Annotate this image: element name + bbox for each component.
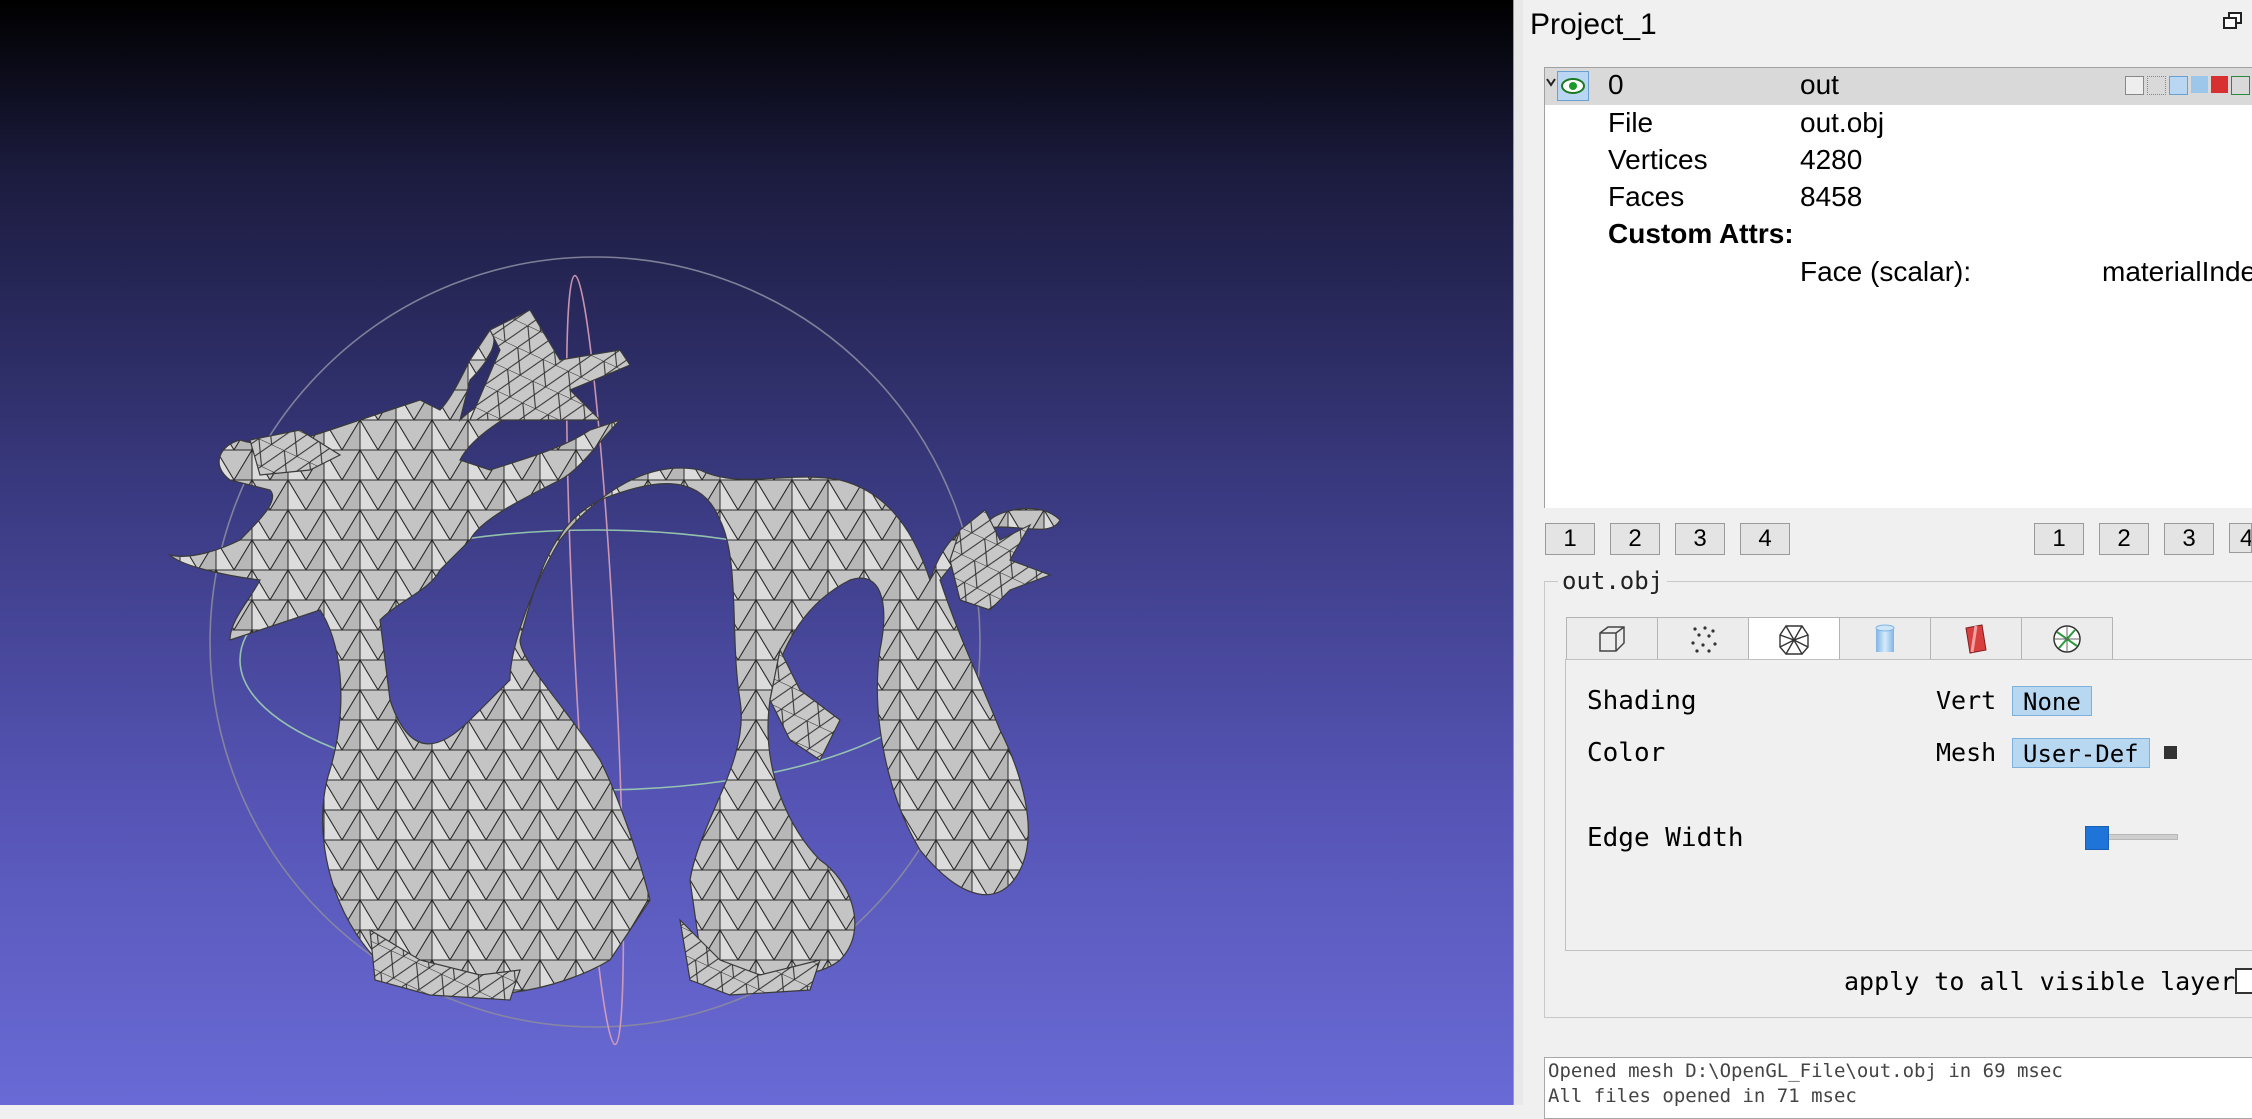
log-line: All files opened in 71 msec <box>1548 1085 1857 1107</box>
info-value: 4280 <box>1800 144 1863 175</box>
info-value: out.obj <box>1800 107 1885 138</box>
layer-render-icons <box>2125 76 2250 95</box>
float-window-icon[interactable] <box>2223 12 2243 30</box>
expand-arrow-icon[interactable] <box>1546 76 1556 88</box>
smooth-shading-icon <box>1965 623 1987 654</box>
decorator-group-title: out.obj <box>1558 567 1668 595</box>
mesh-color-select[interactable]: User-Def <box>2012 738 2150 768</box>
mesh-label: Mesh <box>1936 738 1997 767</box>
layer-name: out <box>1800 69 1839 100</box>
snapshot-left-4[interactable]: 4 <box>1740 523 1790 555</box>
bbox-icon <box>1599 625 1625 652</box>
layer-table: 0 out File out.obj Vertices 4280 Faces 8… <box>1544 67 2252 508</box>
snapshot-right-4[interactable]: 4 <box>2229 523 2252 553</box>
tab-bbox[interactable] <box>1566 617 1658 659</box>
wireframe-icon <box>1779 624 1809 655</box>
info-key: Faces <box>1608 181 1685 212</box>
snapshot-left-2[interactable]: 2 <box>1610 523 1660 555</box>
tab-points[interactable] <box>1657 617 1749 659</box>
snapshot-left-1[interactable]: 1 <box>1545 523 1595 555</box>
texture-icon <box>2053 624 2081 653</box>
points-mini-icon[interactable] <box>2147 76 2166 95</box>
layer-dialog: Project_1 0 out File out.obj Vertices 42… <box>1523 0 2252 1119</box>
snapshot-right-1[interactable]: 1 <box>2034 523 2084 555</box>
points-icon <box>1691 625 1717 653</box>
custom-attrs-heading: Custom Attrs: <box>1608 218 1794 249</box>
texture-mini-icon[interactable] <box>2231 76 2250 95</box>
custom-attr-type: Face (scalar): <box>1800 256 1972 287</box>
info-value: 8458 <box>1800 181 1863 212</box>
vert-label: Vert <box>1936 686 1997 715</box>
tab-texture[interactable] <box>2021 617 2113 659</box>
shading-label: Shading <box>1587 686 1697 716</box>
tab-wireframe[interactable] <box>1748 617 1840 661</box>
flat-mini-icon[interactable] <box>2191 76 2208 93</box>
3d-viewport[interactable] <box>0 0 1513 1105</box>
apply-all-label: apply to all visible layers <box>1844 967 2251 996</box>
info-key: Vertices <box>1608 144 1708 175</box>
tab-smooth[interactable] <box>1930 617 2022 659</box>
flat-shading-icon <box>1875 624 1895 652</box>
log-window[interactable]: Opened mesh D:\OpenGL_File\out.obj in 69… <box>1544 1057 2252 1119</box>
edge-width-label: Edge Width <box>1587 823 1744 853</box>
snapshot-right-2[interactable]: 2 <box>2099 523 2149 555</box>
custom-attr-name: materialInde <box>2102 256 2252 287</box>
snapshot-right-3[interactable]: 3 <box>2164 523 2214 555</box>
apply-all-checkbox[interactable] <box>2235 968 2252 994</box>
edge-width-slider-handle[interactable] <box>2085 826 2109 850</box>
dragon-mesh-render <box>168 256 1061 1046</box>
snapshot-left-3[interactable]: 3 <box>1675 523 1725 555</box>
visibility-eye-icon[interactable] <box>1557 71 1589 101</box>
tab-flat[interactable] <box>1839 617 1931 659</box>
layer-row-0[interactable]: 0 out <box>1545 68 2252 105</box>
smooth-mini-icon[interactable] <box>2211 76 2228 93</box>
vert-shading-select[interactable]: None <box>2012 686 2092 716</box>
color-swatch[interactable] <box>2164 746 2177 759</box>
log-line: Opened mesh D:\OpenGL_File\out.obj in 69… <box>1548 1060 2063 1082</box>
bbox-mini-icon[interactable] <box>2125 76 2144 95</box>
info-key: File <box>1608 107 1654 138</box>
project-title: Project_1 <box>1530 8 1657 41</box>
wire-mini-icon[interactable] <box>2169 76 2188 95</box>
layer-id: 0 <box>1608 69 1624 100</box>
color-label: Color <box>1587 738 1666 768</box>
